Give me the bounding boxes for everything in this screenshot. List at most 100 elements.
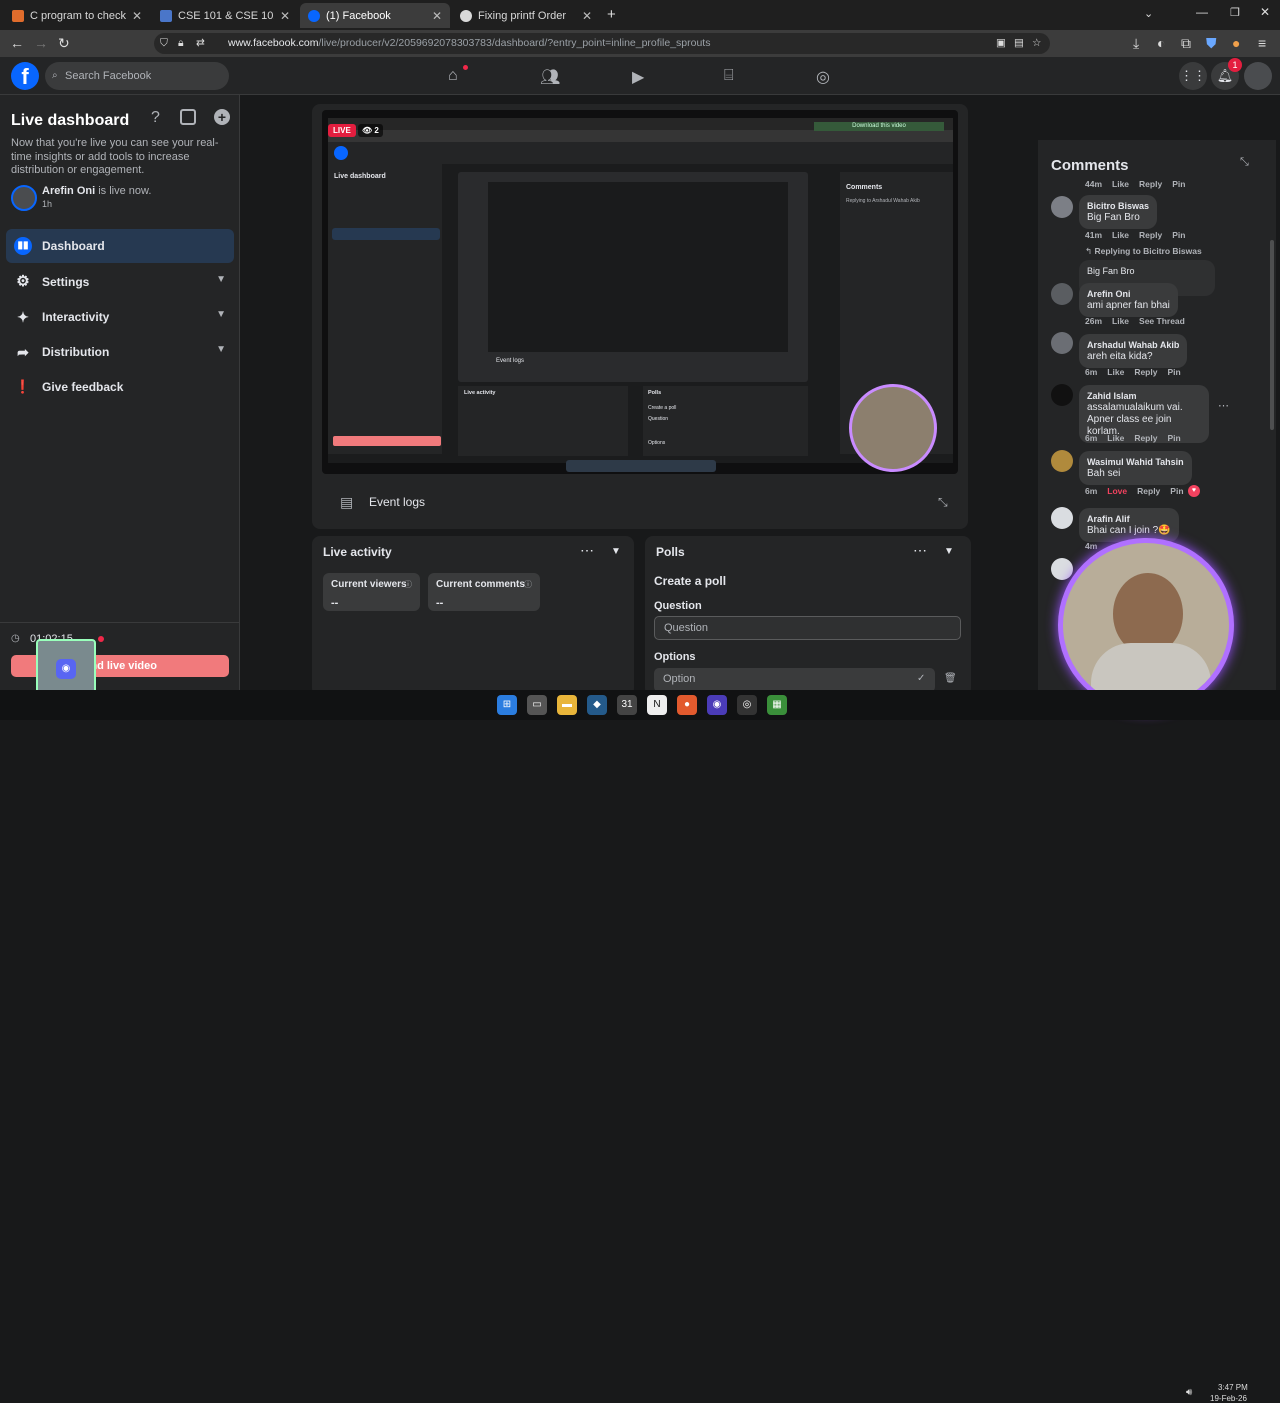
notion-icon[interactable]: N (647, 695, 667, 715)
extension-icon[interactable]: ● (1232, 35, 1240, 51)
close-tab-icon[interactable]: ✕ (280, 9, 290, 23)
shield-icon[interactable]: ⛉ (160, 33, 168, 54)
close-tab-icon[interactable]: ✕ (432, 9, 442, 23)
calendar-icon[interactable]: 31 (617, 695, 637, 715)
browser-tab-active[interactable]: (1) Facebook ✕ (300, 3, 450, 28)
close-window-icon[interactable]: ✕ (1260, 5, 1270, 19)
app-icon[interactable]: ▦ (767, 695, 787, 715)
clock-time[interactable]: 3:47 PM (1218, 1383, 1248, 1392)
comment-bubble: Arafin Alif Bhai can I join ?🤩 (1079, 508, 1179, 542)
info-icon[interactable]: ⓘ (404, 579, 412, 590)
comment-meta: 26m Like See Thread (1085, 316, 1185, 326)
task-view-icon[interactable]: ▭ (527, 695, 547, 715)
chrome-icon[interactable]: ◎ (737, 695, 757, 715)
avatar[interactable] (1051, 196, 1073, 218)
live-video-preview[interactable]: Live dashboard Event logs Live activity … (322, 110, 958, 474)
menu-grid-icon[interactable]: ⋮⋮ (1179, 62, 1207, 90)
reader-view-icon[interactable]: ▤ (1014, 33, 1024, 54)
question-label: Question (654, 600, 702, 612)
extensions-icon[interactable]: ⧉ (1181, 35, 1191, 52)
account-icon[interactable]: ◐ (1157, 35, 1165, 51)
tab-list-icon[interactable]: ⌄ (1144, 7, 1153, 20)
avatar[interactable] (1051, 450, 1073, 472)
comment-bubble: Bicitro Biswas Big Fan Bro (1079, 195, 1158, 229)
mini-end-button (333, 436, 441, 446)
picture-in-picture-icon[interactable]: ▣ (996, 33, 1006, 54)
store-icon[interactable]: ◆ (587, 695, 607, 715)
obs-icon[interactable]: ◉ (707, 695, 727, 715)
help-icon[interactable]: ? (151, 109, 160, 127)
avatar[interactable] (1051, 332, 1073, 354)
new-tab-icon[interactable]: + (607, 6, 616, 23)
browser-tab[interactable]: Fixing printf Order ✕ (452, 3, 600, 28)
volume-icon[interactable]: 🔊︎ (1186, 1387, 1192, 1398)
file-explorer-icon[interactable]: ▬ (557, 695, 577, 715)
more-options-icon[interactable]: ⋯ (580, 542, 594, 559)
add-icon[interactable]: + (214, 109, 230, 125)
windows-start-icon[interactable]: ⊞ (497, 695, 517, 715)
current-comments-stat: Current comments ⓘ -- (428, 573, 540, 611)
event-logs-label[interactable]: Event logs (369, 495, 425, 509)
clock-icon: ◷ (11, 633, 20, 644)
browser-tab[interactable]: C program to check whether a ✕ (4, 3, 150, 28)
groups-icon[interactable]: ◎ (816, 67, 830, 87)
comments-scrollbar[interactable] (1270, 240, 1274, 430)
notification-badge: 1 (1228, 58, 1242, 72)
sidebar-item-interactivity[interactable]: ✦ Interactivity ▼ (6, 300, 234, 334)
expand-icon[interactable]: ⤡ (938, 495, 948, 510)
more-options-icon[interactable]: ⋯ (913, 542, 927, 559)
home-icon[interactable]: ⌂ (448, 67, 458, 85)
avatar[interactable] (1051, 283, 1073, 305)
dashboard-icon: ▮▮ (14, 237, 32, 255)
maximize-icon[interactable]: ❐ (1230, 6, 1240, 19)
close-tab-icon[interactable]: ✕ (132, 9, 142, 23)
menu-icon[interactable]: ≡ (1258, 35, 1266, 51)
chevron-down-icon[interactable]: ▼ (944, 546, 954, 557)
profile-avatar[interactable] (1244, 62, 1272, 90)
avatar[interactable] (1051, 507, 1073, 529)
friends-icon[interactable]: 👥︎ (540, 67, 560, 87)
search-input[interactable]: ⌕ Search Facebook (45, 62, 229, 90)
sidebar-item-settings[interactable]: ⚙ Settings ▼ (6, 265, 234, 299)
avatar[interactable] (1051, 384, 1073, 406)
collapse-icon[interactable]: ⤡ (1240, 156, 1249, 169)
chevron-down-icon[interactable]: ▼ (611, 546, 621, 557)
back-icon[interactable]: ← (10, 35, 24, 51)
more-options-icon[interactable]: ⋯ (1218, 399, 1229, 412)
browser-tab[interactable]: CSE 101 & CSE 102 Intake: 57, S ✕ (152, 3, 298, 28)
option-input[interactable]: Option (654, 668, 935, 692)
check-icon: ✓ (917, 673, 926, 684)
layout-toggle-icon[interactable] (180, 109, 196, 125)
url-field[interactable]: ⛉ 🔒︎ ⇄ www.facebook.com/live/producer/v2… (154, 33, 1050, 54)
lock-icon[interactable]: 🔒︎ (178, 33, 184, 54)
avatar[interactable] (11, 185, 37, 211)
webcam-overlay-small (849, 384, 937, 472)
close-tab-icon[interactable]: ✕ (582, 9, 592, 23)
create-poll-heading: Create a poll (654, 574, 727, 588)
sidebar-item-dashboard[interactable]: ▮▮ Dashboard (6, 229, 234, 263)
user-name[interactable]: Arefin Oni (42, 185, 95, 197)
permissions-icon[interactable]: ⇄ (196, 33, 205, 54)
comments-title: Comments (1051, 157, 1129, 174)
mini-taskbar (566, 460, 716, 472)
forward-icon[interactable]: → (34, 35, 48, 51)
minimize-icon[interactable]: — (1196, 5, 1208, 19)
bookmark-star-icon[interactable]: ☆ (1032, 33, 1041, 54)
comment-meta: 6m Like Reply Pin (1085, 433, 1181, 443)
info-icon[interactable]: ⓘ (524, 579, 532, 590)
sidebar-item-give-feedback[interactable]: ❗ Give feedback (6, 370, 234, 404)
question-input[interactable]: Question (654, 616, 961, 640)
vpn-extension-icon[interactable]: ⛊ (1206, 35, 1217, 52)
mini-title: Live dashboard (334, 173, 386, 180)
sidebar-item-distribution[interactable]: ➦ Distribution ▼ (6, 335, 234, 369)
facebook-logo-icon[interactable]: f (11, 62, 39, 90)
download-banner[interactable]: Download this video (814, 122, 944, 131)
download-icon[interactable]: ⤓ (1133, 35, 1139, 52)
video-icon[interactable]: ▶ (632, 67, 644, 87)
trash-icon[interactable]: 🗑︎ (944, 673, 957, 684)
reload-icon[interactable]: ↻ (58, 35, 70, 52)
clock-date[interactable]: 19-Feb-26 (1210, 1394, 1247, 1403)
avatar[interactable] (1051, 558, 1073, 580)
marketplace-icon[interactable]: ⌸ (724, 67, 734, 85)
firefox-icon[interactable]: ● (677, 695, 697, 715)
